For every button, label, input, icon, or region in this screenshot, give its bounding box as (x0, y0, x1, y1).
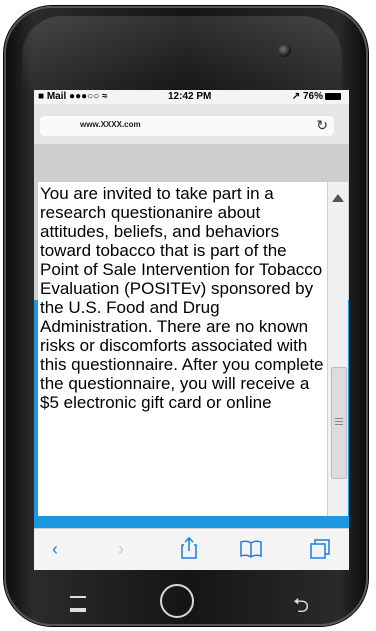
address-field[interactable]: www.XXXX.com ↻ (40, 116, 334, 136)
page-header-band (34, 144, 349, 182)
menu-key-icon[interactable] (70, 596, 86, 612)
status-bar: ■ Mail ●●●○○ ≈ 12:42 PM ↗ 76% (34, 90, 349, 104)
scroll-up-icon[interactable] (332, 194, 344, 202)
battery-icon (325, 92, 341, 100)
url-text: www.XXXX.com (80, 120, 141, 129)
back-key-icon[interactable]: ⮌ (293, 591, 309, 625)
browser-url-bar: www.XXXX.com ↻ (34, 104, 349, 144)
browser-toolbar: ‹ › (34, 528, 349, 570)
tabs-icon[interactable] (310, 539, 330, 559)
bookmarks-icon[interactable] (240, 540, 262, 558)
back-icon[interactable]: ‹ (52, 539, 58, 560)
forward-icon[interactable]: › (118, 539, 124, 560)
consent-text: You are invited to take part in a resear… (40, 184, 324, 412)
home-button[interactable] (160, 584, 194, 618)
carrier-signal: ■ Mail ●●●○○ ≈ (38, 91, 108, 102)
camera-icon (278, 44, 291, 57)
clock: 12:42 PM (168, 91, 212, 102)
battery-status: ↗ 76% (292, 91, 341, 102)
consent-text-box[interactable]: You are invited to take part in a resear… (38, 182, 327, 516)
share-icon[interactable] (180, 537, 198, 559)
text-scrollbar[interactable] (327, 182, 348, 516)
scroll-thumb[interactable] (331, 367, 347, 479)
phone-screen: ■ Mail ●●●○○ ≈ 12:42 PM ↗ 76% www.XXXX.c… (34, 90, 349, 570)
reload-icon[interactable]: ↻ (316, 117, 328, 134)
